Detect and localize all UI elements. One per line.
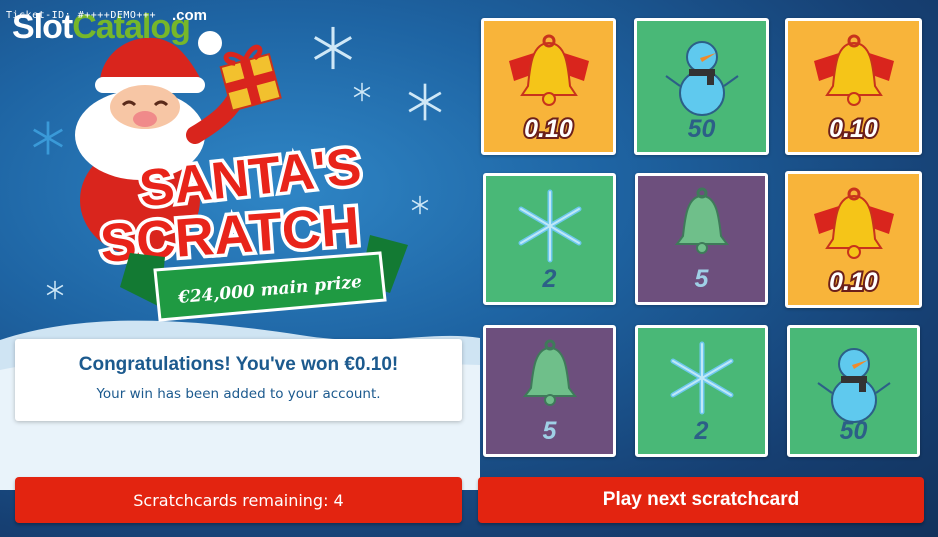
tile-value: 2 [694,417,709,445]
tile-value: 5 [694,265,709,293]
scratch-tile[interactable]: 2 [635,325,768,457]
scratch-tile[interactable]: 0.10 [785,171,922,308]
gold-bell-icon [813,34,894,106]
gold-bell-icon [508,34,589,106]
gold-bell-icon [813,187,894,259]
scratch-tile[interactable]: 5 [483,325,616,457]
win-message-panel: Congratulations! You've won €0.10! Your … [15,339,462,421]
scratch-tile[interactable]: 50 [787,325,920,457]
scratch-tile[interactable]: 2 [483,173,616,305]
snowflake-icon [670,341,733,415]
snowman-icon [816,348,891,423]
scratch-tile[interactable]: 5 [635,173,768,305]
tile-value: 2 [542,265,557,293]
win-message-title: Congratulations! You've won €0.10! [78,354,399,375]
tile-value: 50 [687,115,716,143]
tile-value: 50 [839,417,868,445]
game-logo: SANTA'S SCRATCH €24,000 main prize [75,31,408,322]
scratch-tile[interactable]: 0.10 [481,18,616,155]
snowman-icon [664,41,739,116]
scratch-tile[interactable]: 0.10 [785,18,922,155]
tile-value: 0.10 [827,113,880,145]
play-next-button[interactable]: Play next scratchcard [478,477,924,523]
ticket-id: Ticket-ID: #++++DEMO+++ [6,10,156,21]
win-message-subtitle: Your win has been added to your account. [96,386,381,402]
snowflake-icon [518,189,581,263]
scratch-tile[interactable]: 50 [634,18,769,155]
green-bell-icon [522,339,577,406]
tile-value: 0.10 [522,113,575,145]
remaining-counter-button[interactable]: Scratchcards remaining: 4 [15,477,462,523]
green-bell-icon [674,187,729,254]
tile-value: 0.10 [827,266,880,298]
tile-value: 5 [542,417,557,445]
watermark-part3: .com [172,7,208,24]
